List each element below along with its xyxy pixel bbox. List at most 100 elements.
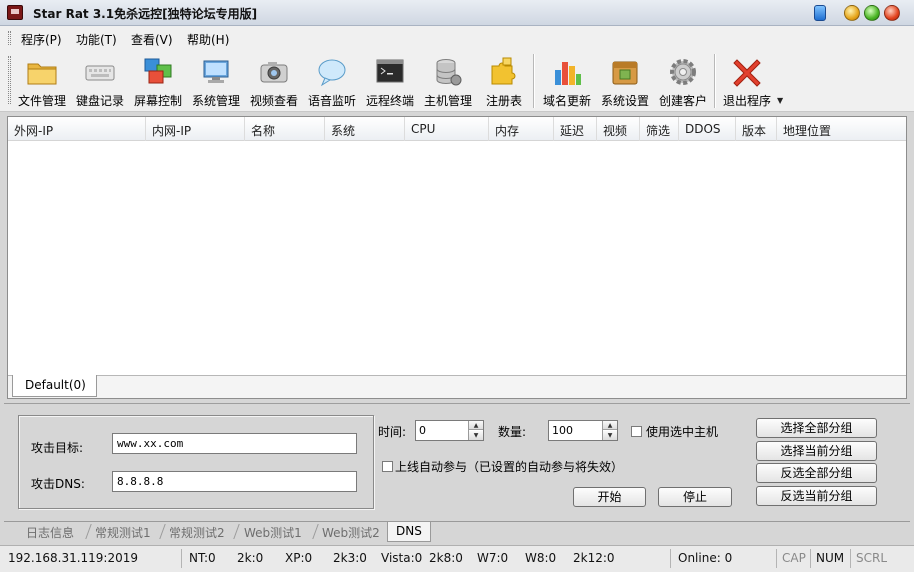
toolbar-grip: [8, 56, 11, 104]
column-header[interactable]: CPU: [405, 117, 489, 141]
column-header[interactable]: 系统: [325, 117, 405, 141]
time-value: 0: [419, 424, 426, 437]
target-input[interactable]: www.xx.com: [112, 433, 357, 454]
tab-web-test-2[interactable]: Web测试2: [322, 522, 380, 542]
stop-button[interactable]: 停止: [658, 487, 732, 507]
domain-update-label: 域名更新: [542, 94, 591, 108]
tab-log[interactable]: 日志信息: [26, 522, 74, 542]
maximize-button[interactable]: [864, 5, 880, 21]
voice-monitor-label: 语音监听: [307, 94, 356, 108]
minimize-button[interactable]: [844, 5, 860, 21]
count-2k: 2k:0: [237, 551, 264, 565]
column-header[interactable]: 视频: [597, 117, 640, 141]
toolbar-separator: [714, 54, 716, 108]
system-manage-label: 系统管理: [191, 94, 240, 108]
voice-monitor-button[interactable]: 语音监听: [306, 54, 358, 110]
system-settings-label: 系统设置: [600, 94, 649, 108]
use-selected-label[interactable]: 使用选中主机: [646, 423, 718, 440]
spin-down-icon[interactable]: ▼: [603, 431, 617, 440]
status-divider: [776, 549, 777, 568]
spin-up-icon[interactable]: ▲: [603, 421, 617, 430]
host-manage-button[interactable]: 主机管理: [422, 54, 474, 110]
box-icon: [612, 61, 638, 85]
dns-label: 攻击DNS:: [31, 477, 85, 491]
scroll-lock-indicator: SCRL: [856, 551, 888, 565]
count-w8: W8:0: [525, 551, 557, 565]
num-lock-indicator: NUM: [816, 551, 845, 565]
host-manage-label: 主机管理: [423, 94, 472, 108]
column-header[interactable]: 内网-IP: [146, 117, 245, 141]
app-icon: [7, 5, 23, 20]
screen-control-button[interactable]: 屏幕控制: [132, 54, 184, 110]
window-title: Star Rat 3.1免杀远控[独特论坛专用版]: [33, 7, 258, 21]
tab-divider: [312, 524, 319, 539]
exit-program-button[interactable]: 退出程序: [720, 54, 774, 110]
column-header[interactable]: 筛选: [640, 117, 679, 141]
auto-join-checkbox[interactable]: [382, 461, 393, 472]
client-list[interactable]: 外网-IP 内网-IP 名称 系统 CPU 内存 延迟 视频 筛选 DDOS 版…: [7, 116, 907, 399]
count-spinner[interactable]: 100 ▲ ▼: [548, 420, 618, 441]
select-all-groups-button[interactable]: 选择全部分组: [756, 418, 877, 438]
menu-view[interactable]: 查看(V): [131, 31, 173, 48]
group-tab-default[interactable]: Default(0): [12, 375, 97, 397]
exit-program-label: 退出程序: [722, 94, 771, 108]
list-header: 外网-IP 内网-IP 名称 系统 CPU 内存 延迟 视频 筛选 DDOS 版…: [8, 117, 906, 141]
remote-terminal-button[interactable]: 远程终端: [364, 54, 416, 110]
tab-normal-test-1[interactable]: 常规测试1: [95, 522, 151, 542]
domain-update-button[interactable]: 域名更新: [540, 54, 594, 110]
count-value: 100: [552, 424, 573, 437]
time-spinner[interactable]: 0 ▲ ▼: [415, 420, 484, 441]
bar-chart-icon: [555, 62, 581, 85]
file-manager-button[interactable]: 文件管理: [16, 54, 68, 110]
count-spin-buttons: ▲ ▼: [602, 421, 617, 440]
menu-function[interactable]: 功能(T): [76, 31, 117, 48]
camera-icon: [260, 62, 288, 83]
status-divider: [810, 549, 811, 568]
column-header[interactable]: 内存: [489, 117, 554, 141]
keylogger-button[interactable]: 键盘记录: [74, 54, 126, 110]
tab-divider: [85, 524, 92, 539]
target-label: 攻击目标:: [31, 441, 84, 455]
use-selected-checkbox[interactable]: [631, 426, 642, 437]
screen-control-label: 屏幕控制: [133, 94, 182, 108]
spin-up-icon[interactable]: ▲: [469, 421, 483, 430]
system-manage-icon: [203, 60, 229, 83]
toolbar: 文件管理 键盘记录 屏幕控制 系统管理 视频查看 语音监听 远程终端 主机管理 …: [0, 50, 914, 112]
tab-dns[interactable]: DNS: [387, 522, 431, 542]
column-header[interactable]: 延迟: [554, 117, 597, 141]
gear-icon: [670, 59, 696, 85]
column-header[interactable]: 地理位置: [777, 117, 906, 141]
time-spin-buttons: ▲ ▼: [468, 421, 483, 440]
spin-down-icon[interactable]: ▼: [469, 431, 483, 440]
toolbar-overflow-icon[interactable]: ▼: [777, 96, 783, 105]
invert-all-groups-button[interactable]: 反选全部分组: [756, 463, 877, 483]
start-button[interactable]: 开始: [573, 487, 646, 507]
menu-program[interactable]: 程序(P): [21, 31, 62, 48]
menu-bar: 程序(P) 功能(T) 查看(V) 帮助(H): [0, 26, 914, 50]
tab-web-test-1[interactable]: Web测试1: [244, 522, 302, 542]
registry-button[interactable]: 注册表: [480, 54, 528, 110]
system-settings-button[interactable]: 系统设置: [598, 54, 652, 110]
menu-help[interactable]: 帮助(H): [187, 31, 229, 48]
auto-join-label[interactable]: 上线自动参与（已设置的自动参与将失效）: [395, 458, 623, 475]
status-divider: [670, 549, 671, 568]
tab-normal-test-2[interactable]: 常规测试2: [169, 522, 225, 542]
video-view-label: 视频查看: [249, 94, 298, 108]
video-view-button[interactable]: 视频查看: [248, 54, 300, 110]
attack-target-group: 攻击目标: www.xx.com 攻击DNS: 8.8.8.8: [18, 415, 374, 509]
column-header[interactable]: 外网-IP: [8, 117, 146, 141]
attack-panel: 攻击目标: www.xx.com 攻击DNS: 8.8.8.8 时间: 0 ▲ …: [4, 403, 910, 521]
column-header[interactable]: 名称: [245, 117, 325, 141]
pin-icon[interactable]: [814, 5, 826, 21]
dns-input[interactable]: 8.8.8.8: [112, 471, 357, 492]
count-label: 数量:: [498, 425, 527, 439]
column-header[interactable]: DDOS: [679, 117, 736, 141]
select-current-group-button[interactable]: 选择当前分组: [756, 441, 877, 461]
invert-current-group-button[interactable]: 反选当前分组: [756, 486, 877, 506]
terminal-icon: [376, 59, 404, 83]
system-manage-button[interactable]: 系统管理: [190, 54, 242, 110]
create-client-button[interactable]: 创建客户: [656, 54, 710, 110]
close-button[interactable]: [884, 5, 900, 21]
attack-tab-strip: 日志信息 常规测试1 常规测试2 Web测试1 Web测试2 DNS: [4, 521, 910, 543]
column-header[interactable]: 版本: [736, 117, 777, 141]
